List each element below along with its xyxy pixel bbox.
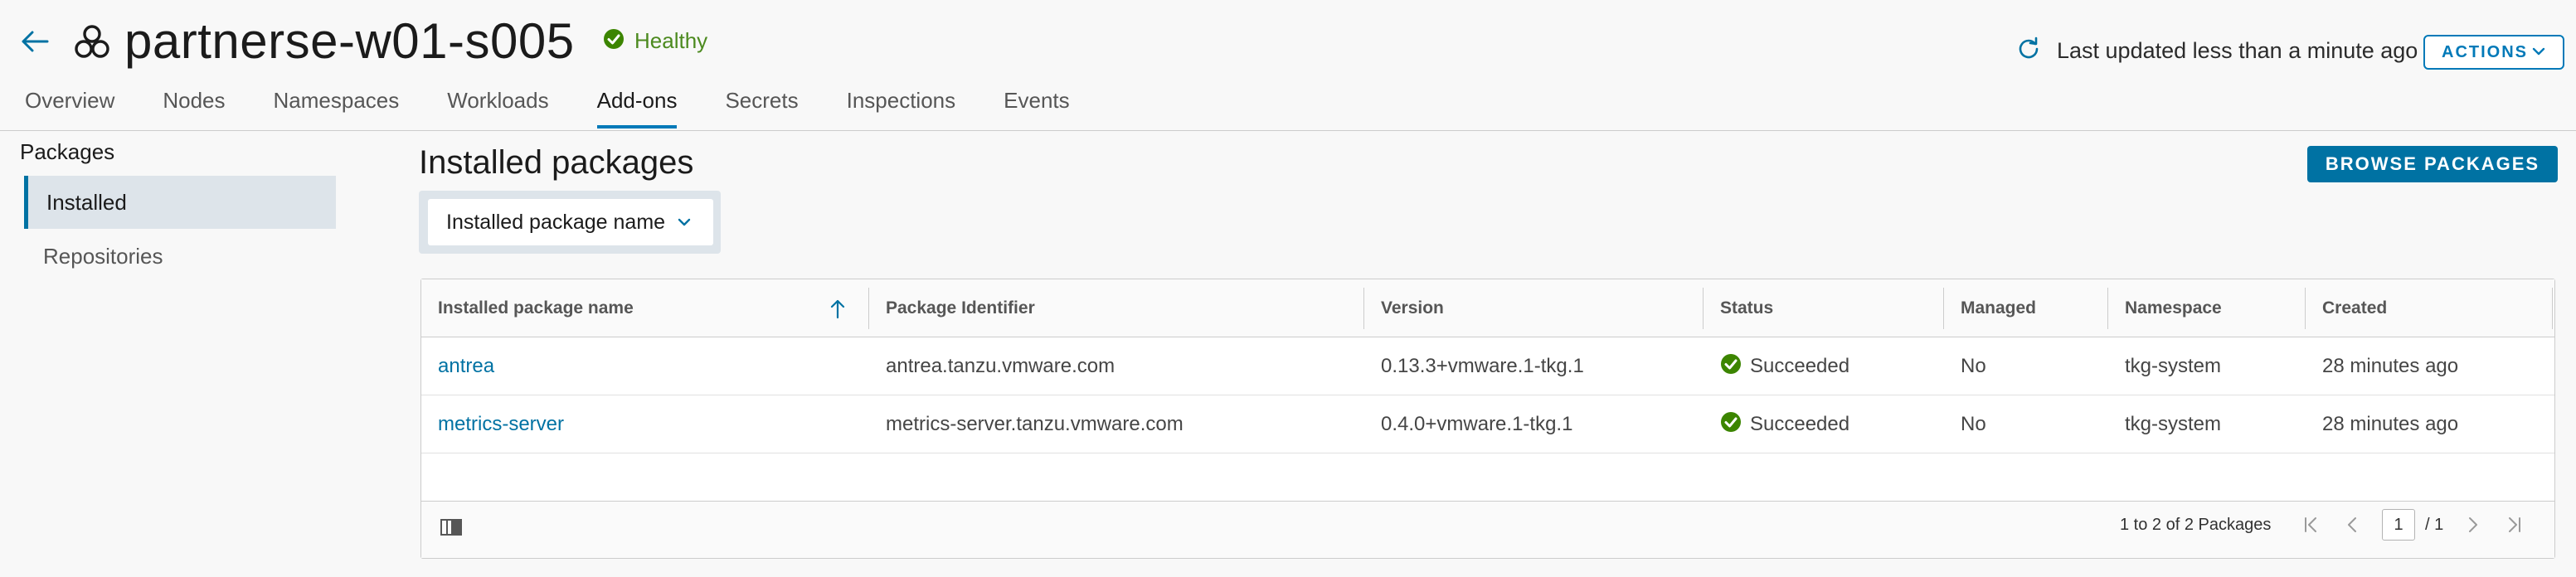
health-status: Healthy [603,28,707,54]
success-check-icon [1720,353,1742,381]
column-divider [2552,288,2553,329]
sidebar-item-repositories[interactable]: Repositories [43,244,163,269]
package-version: 0.13.3+vmware.1-tkg.1 [1381,355,1584,377]
tab-workloads[interactable]: Workloads [447,88,548,128]
column-header-status[interactable]: Status [1704,279,1944,337]
health-label: Healthy [634,28,708,53]
column-header-managed[interactable]: Managed [1944,279,2108,337]
browse-packages-button[interactable]: BROWSE PACKAGES [2307,146,2558,182]
total-pages: / 1 [2425,515,2444,534]
column-header-identifier[interactable]: Package Identifier [869,279,1364,337]
tab-overview[interactable]: Overview [25,88,114,128]
package-namespace: tkg-system [2125,413,2222,435]
column-filter-dropdown[interactable]: Installed package name [428,199,713,245]
current-page-input[interactable]: 1 [2382,509,2415,541]
status-text: Succeeded [1750,413,1850,435]
tab-nodes[interactable]: Nodes [163,88,225,128]
last-page-icon[interactable] [2501,510,2526,540]
pagination-summary: 1 to 2 of 2 Packages [2120,516,2272,534]
package-name-link[interactable]: antrea [421,337,494,395]
sidebar-item-label: Repositories [43,244,163,269]
tabs-divider [0,130,2576,131]
tab-inspections[interactable]: Inspections [847,88,956,128]
success-check-icon [1720,411,1742,439]
sidebar-item-installed[interactable]: Installed [24,176,336,229]
status-text: Succeeded [1750,355,1850,377]
tab-add-ons[interactable]: Add-ons [596,88,678,128]
package-managed: No [1961,355,1986,377]
package-status: Succeeded [1704,395,1849,453]
package-created: 28 minutes ago [2322,355,2459,377]
actions-button[interactable]: ACTIONS [2423,35,2564,70]
table-row: antrea antrea.tanzu.vmware.com 0.13.3+vm… [421,337,2554,395]
package-name-link[interactable]: metrics-server [421,395,564,453]
cluster-icon [73,23,111,61]
actions-label: ACTIONS [2442,42,2528,61]
package-created: 28 minutes ago [2322,413,2459,435]
table-row: metrics-server metrics-server.tanzu.vmwa… [421,395,2554,453]
tab-secrets[interactable]: Secrets [725,88,798,128]
column-header-namespace[interactable]: Namespace [2108,279,2306,337]
next-page-icon[interactable] [2460,510,2485,540]
column-header-version[interactable]: Version [1364,279,1704,337]
back-arrow-icon[interactable] [18,25,51,58]
package-identifier: antrea.tanzu.vmware.com [886,355,1115,377]
table-header: Installed package name Package Identifie… [421,279,2554,337]
pagination: 1 / 1 [2299,509,2526,541]
column-toggle-icon[interactable] [440,517,463,539]
column-header-name[interactable]: Installed package name [421,279,869,337]
tab-namespaces[interactable]: Namespaces [274,88,400,128]
column-header-label: Installed package name [438,298,634,318]
previous-page-icon[interactable] [2340,510,2365,540]
sidebar-heading: Packages [20,139,115,164]
section-title: Installed packages [419,144,694,181]
last-updated: Last updated less than a minute ago [2017,36,2418,65]
package-namespace: tkg-system [2125,355,2222,377]
package-version: 0.4.0+vmware.1-tkg.1 [1381,413,1573,435]
first-page-icon[interactable] [2299,510,2324,540]
column-header-created[interactable]: Created [2306,279,2554,337]
success-check-icon [603,28,625,54]
tab-events[interactable]: Events [1004,88,1070,128]
chevron-down-icon [2531,43,2546,62]
cluster-tabs: Overview Nodes Namespaces Workloads Add-… [25,88,1118,128]
page-title: partnerse-w01-s005 [124,13,575,69]
sidebar-item-label: Installed [46,189,127,215]
package-managed: No [1961,413,1986,435]
sort-ascending-icon[interactable] [829,298,846,323]
last-updated-text: Last updated less than a minute ago [2057,38,2418,63]
package-status: Succeeded [1704,337,1849,395]
filter-label: Installed package name [446,210,666,234]
refresh-icon[interactable] [2017,36,2040,65]
package-identifier: metrics-server.tanzu.vmware.com [886,413,1184,435]
chevron-down-icon [677,211,692,235]
